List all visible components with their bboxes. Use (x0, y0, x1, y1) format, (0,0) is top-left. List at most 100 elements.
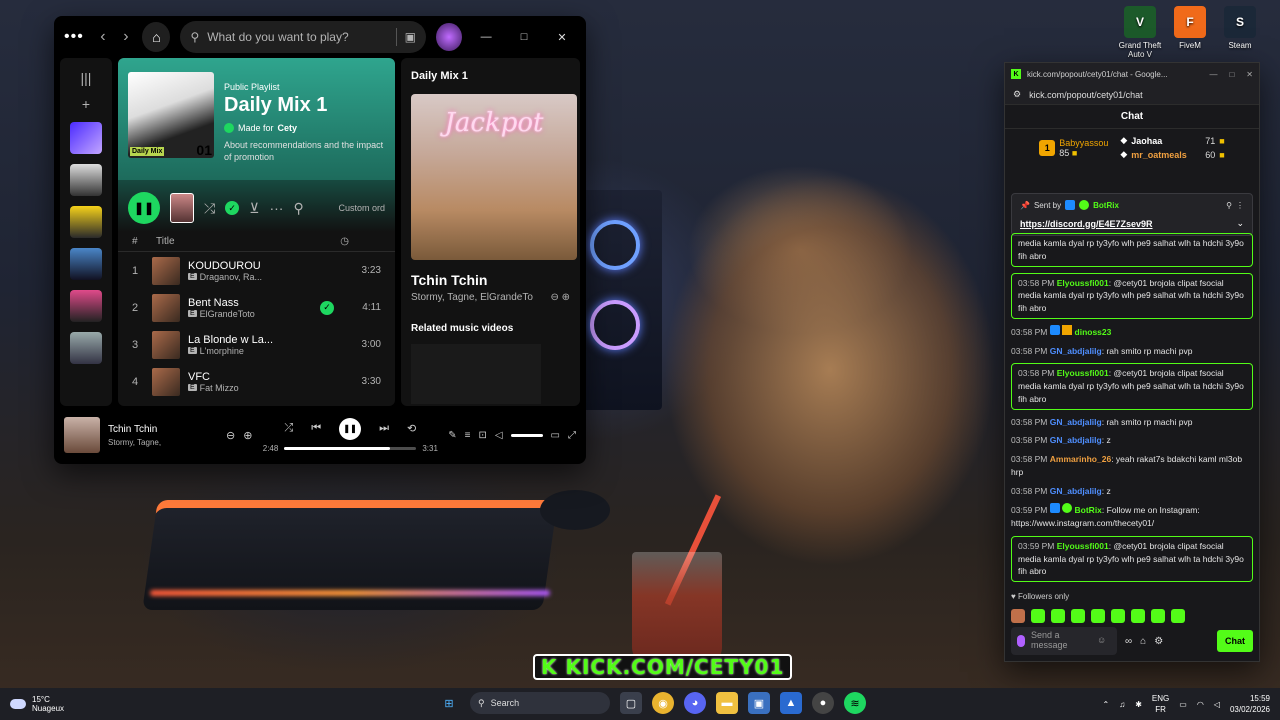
infinity-icon[interactable]: ∞ (1125, 636, 1132, 647)
emote[interactable] (1071, 609, 1085, 623)
message-username[interactable]: GN_abdjalilg (1050, 417, 1102, 427)
avatar[interactable] (436, 23, 463, 51)
pinned-link[interactable]: https://discord.gg/E4E7Zsev9R (1020, 219, 1153, 229)
download-icon[interactable]: ⊻ (249, 200, 259, 217)
obs-icon[interactable]: ● (812, 692, 834, 714)
search-input[interactable]: ⚲ What do you want to play? ▣ (180, 21, 427, 53)
clock[interactable]: 15:59 03/02/2026 (1230, 693, 1270, 715)
store-icon[interactable]: ⌂ (1140, 636, 1146, 647)
library-tile[interactable] (70, 164, 102, 196)
browse-icon[interactable]: ▣ (405, 30, 416, 44)
headset-icon[interactable]: ♫ (1119, 700, 1125, 709)
windows-start-icon[interactable]: ⊞ (438, 692, 460, 714)
forward-arrow-icon[interactable]: › (119, 28, 132, 46)
message-username[interactable]: GN_abdjalilg (1050, 486, 1102, 496)
track-title[interactable]: Bent Nass (188, 297, 313, 309)
liked-songs-tile[interactable] (70, 122, 102, 154)
emote[interactable] (1131, 609, 1145, 623)
table-row[interactable]: 3 La Blonde w La... E L'morphine 3:00 (118, 326, 395, 363)
menu-dots-icon[interactable]: ••• (64, 28, 86, 46)
library-tile[interactable] (70, 206, 102, 238)
site-info-icon[interactable]: ⚙ (1013, 89, 1021, 100)
previous-icon[interactable]: ⏮ (311, 422, 321, 435)
remove-icon[interactable]: ⊖ (226, 429, 235, 442)
settings-gear-icon[interactable]: ⚙ (1154, 636, 1163, 647)
saved-check-icon[interactable]: ✓ (225, 201, 240, 215)
table-row[interactable]: 2 Bent Nass E ElGrandeToto ✓ 4:11 (118, 289, 395, 326)
shuffle-icon[interactable]: ⤮ (284, 422, 293, 435)
emoji-icon[interactable]: ☺ (1097, 635, 1106, 646)
bluetooth-icon[interactable]: ✱ (1135, 700, 1142, 709)
message-username[interactable]: dinoss23 (1075, 327, 1112, 337)
file-explorer-icon[interactable]: ▬ (716, 692, 738, 714)
related-video-thumb[interactable] (411, 344, 541, 404)
back-arrow-icon[interactable]: ‹ (96, 28, 109, 46)
message-username[interactable]: Elyoussfi001 (1057, 368, 1109, 378)
devices-icon[interactable]: ⊡ (478, 430, 486, 441)
chevron-down-icon[interactable]: ⌄ (1236, 218, 1244, 229)
track-artist[interactable]: Fat Mizzo (200, 383, 239, 393)
pause-button[interactable]: ❚❚ (128, 192, 160, 224)
fullscreen-icon[interactable]: ⤢ (568, 430, 576, 441)
emote[interactable] (1151, 609, 1165, 623)
add-icon[interactable]: ⊕ (243, 429, 252, 442)
app-icon[interactable]: ▣ (748, 692, 770, 714)
library-tile[interactable] (70, 332, 102, 364)
shuffle-icon[interactable]: ⤮ (204, 200, 215, 217)
weather-widget[interactable]: 15°C Nuageux (10, 695, 64, 713)
play-pause-button[interactable]: ❚❚ (339, 417, 362, 440)
task-view-icon[interactable]: ▢ (620, 692, 642, 714)
message-username[interactable]: Elyoussfi001 (1057, 541, 1109, 551)
track-title[interactable]: KOUDOUROU (188, 260, 313, 272)
home-button[interactable]: ⌂ (142, 22, 171, 52)
more-options-icon[interactable]: ⋮ (1236, 201, 1244, 210)
emote[interactable] (1091, 609, 1105, 623)
progress-bar[interactable] (284, 446, 417, 450)
minimize-icon[interactable]: — (1209, 70, 1217, 79)
close-icon[interactable]: ✕ (548, 31, 576, 44)
message-username[interactable]: BotRix (1075, 505, 1102, 515)
minimize-icon[interactable]: — (472, 31, 500, 43)
song-artists[interactable]: Stormy, Tagne, ElGrandeTo (411, 292, 533, 303)
track-artist[interactable]: Draganov, Ra... (200, 272, 262, 282)
queue-icon[interactable]: ≡ (465, 430, 471, 441)
track-artist[interactable]: L'morphine (200, 346, 244, 356)
unpin-icon[interactable]: ⚲ (1226, 201, 1232, 210)
miniplayer-icon[interactable]: ▭ (551, 430, 560, 441)
chrome-icon[interactable]: ◉ (652, 692, 674, 714)
track-title[interactable]: La Blonde w La... (188, 334, 313, 346)
volume-icon[interactable]: ◁ (1214, 700, 1220, 709)
spotify-icon[interactable]: ≋ (844, 692, 866, 714)
more-options-icon[interactable]: ··· (269, 200, 283, 216)
next-icon[interactable]: ⏭ (379, 422, 389, 435)
taskbar-search[interactable]: ⚲ Search (470, 692, 610, 714)
photos-icon[interactable]: ▲ (780, 692, 802, 714)
repeat-icon[interactable]: ⟲ (407, 422, 416, 435)
lyrics-icon[interactable]: ✎ (448, 430, 456, 441)
player-title[interactable]: Tchin Tchin (108, 424, 218, 435)
library-icon[interactable]: ||| (81, 70, 92, 86)
volume-slider[interactable] (510, 433, 543, 437)
address-bar[interactable]: ⚙ kick.com/popout/cety01/chat (1005, 85, 1259, 105)
remove-icon[interactable]: ⊖ (550, 292, 558, 303)
desktop-icon-gta[interactable]: V Grand Theft Auto V (1112, 6, 1168, 59)
message-username[interactable]: GN_abdjalilg (1050, 435, 1102, 445)
language-switcher[interactable]: ENG FR (1152, 693, 1169, 715)
chat-input[interactable]: Send a message ☺ (1011, 627, 1117, 655)
desktop-icon-steam[interactable]: S Steam (1212, 6, 1268, 50)
wifi-icon[interactable]: ◠ (1197, 700, 1204, 709)
player-artists[interactable]: Stormy, Tagne, (108, 438, 218, 447)
track-title[interactable]: VFC (188, 371, 313, 383)
emote[interactable] (1171, 609, 1185, 623)
desktop-icon-fivem[interactable]: F FiveM (1162, 6, 1218, 50)
plus-icon[interactable]: + (82, 96, 90, 112)
emote[interactable] (1111, 609, 1125, 623)
message-username[interactable]: Elyoussfi001 (1057, 278, 1109, 288)
library-tile[interactable] (70, 248, 102, 280)
now-playing-thumb[interactable] (170, 193, 194, 223)
discord-icon[interactable]: ◕ (684, 692, 706, 714)
chevron-up-icon[interactable]: ⌃ (1103, 700, 1110, 709)
message-username[interactable]: GN_abdjalilg (1050, 346, 1102, 356)
volume-icon[interactable]: ◁ (495, 430, 503, 441)
emote[interactable] (1051, 609, 1065, 623)
